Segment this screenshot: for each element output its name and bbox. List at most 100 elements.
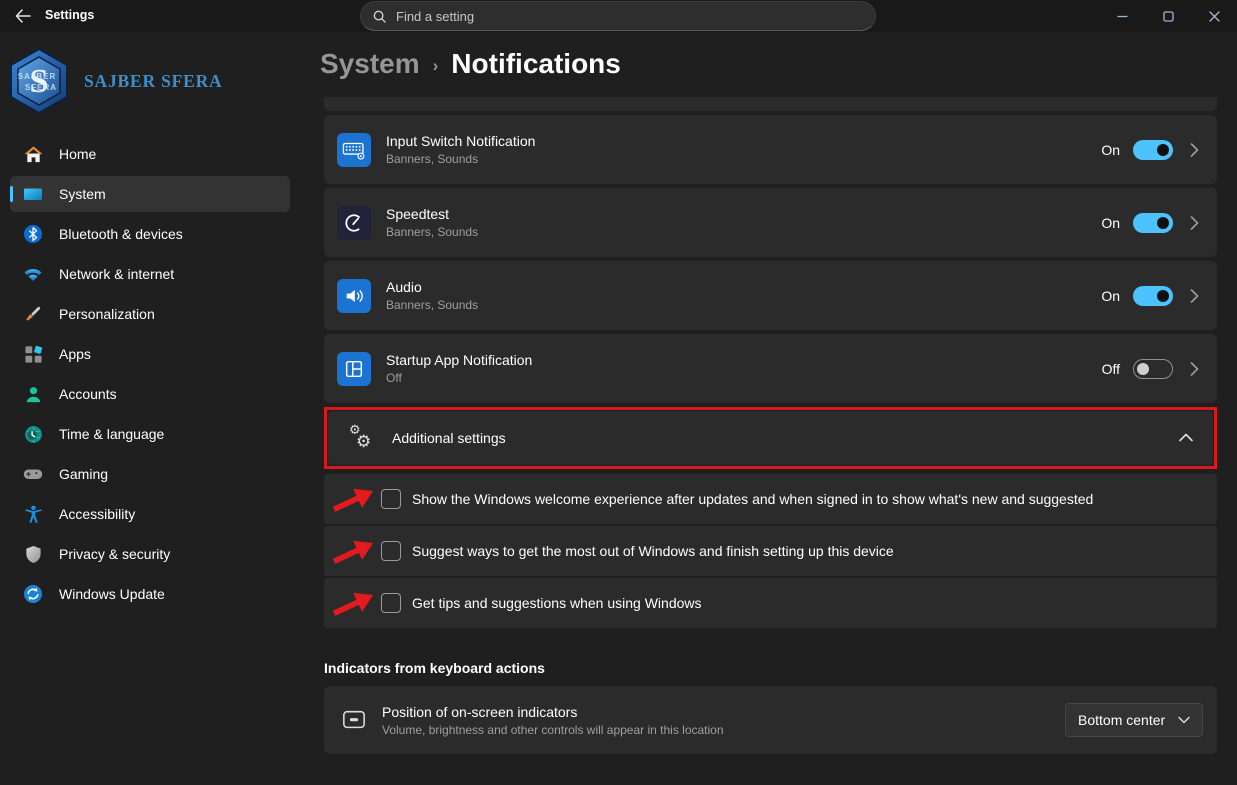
red-arrow-annotation bbox=[330, 590, 378, 618]
sidebar-item-privacy-security[interactable]: Privacy & security bbox=[10, 536, 290, 572]
sidebar-item-accessibility[interactable]: Accessibility bbox=[10, 496, 290, 532]
accounts-icon bbox=[23, 384, 43, 404]
back-arrow-icon bbox=[15, 9, 31, 23]
app-title: Settings bbox=[45, 8, 94, 22]
chevron-right-icon[interactable] bbox=[1190, 143, 1199, 157]
minimize-button[interactable] bbox=[1099, 0, 1145, 32]
sidebar-item-accounts[interactable]: Accounts bbox=[10, 376, 290, 412]
network-icon bbox=[23, 264, 43, 284]
svg-text:S: S bbox=[30, 63, 49, 100]
sidebar-item-label: Accounts bbox=[59, 386, 117, 402]
red-arrow-annotation bbox=[330, 538, 378, 566]
row-subtitle: Banners, Sounds bbox=[386, 298, 1101, 312]
maximize-button[interactable] bbox=[1145, 0, 1191, 32]
brand-logo-icon: S SAJBER SFERA bbox=[6, 46, 72, 116]
time-language-icon bbox=[23, 424, 43, 444]
speaker-icon bbox=[337, 279, 371, 313]
sidebar-item-label: Time & language bbox=[59, 426, 164, 442]
bluetooth-icon bbox=[23, 224, 43, 244]
additional-settings-expander[interactable]: ⚙⚙ Additional settings bbox=[328, 411, 1213, 465]
chevron-right-icon[interactable] bbox=[1190, 216, 1199, 230]
check-row-get-tips: Get tips and suggestions when using Wind… bbox=[324, 578, 1217, 628]
search-box[interactable] bbox=[360, 1, 876, 31]
page-title: Notifications bbox=[451, 48, 621, 80]
sidebar-item-network-internet[interactable]: Network & internet bbox=[10, 256, 290, 292]
row-title: Speedtest bbox=[386, 206, 1101, 222]
row-title: Startup App Notification bbox=[386, 352, 1102, 368]
system-icon bbox=[23, 184, 43, 204]
toggle-state-label: On bbox=[1101, 142, 1120, 158]
sidebar-item-time-language[interactable]: Time & language bbox=[10, 416, 290, 452]
row-speedtest[interactable]: Speedtest Banners, Sounds On bbox=[324, 188, 1217, 257]
breadcrumb-system[interactable]: System bbox=[320, 48, 420, 80]
sidebar-item-label: Home bbox=[59, 146, 96, 162]
sidebar-item-label: Accessibility bbox=[59, 506, 135, 522]
search-input[interactable] bbox=[396, 9, 863, 24]
row-startup-app-notification[interactable]: Startup App Notification Off Off bbox=[324, 334, 1217, 403]
sidebar-item-label: Gaming bbox=[59, 466, 108, 482]
row-title: Audio bbox=[386, 279, 1101, 295]
keyboard-icon bbox=[337, 133, 371, 167]
sidebar-item-label: Apps bbox=[59, 346, 91, 362]
brand-name: SAJBER SFERA bbox=[84, 71, 222, 92]
sidebar-item-home[interactable]: Home bbox=[10, 136, 290, 172]
speedometer-icon bbox=[337, 206, 371, 240]
row-subtitle: Banners, Sounds bbox=[386, 152, 1101, 166]
row-position-indicators: Position of on-screen indicators Volume,… bbox=[324, 686, 1217, 754]
breadcrumb: System › Notifications bbox=[320, 48, 621, 80]
apps-icon bbox=[23, 344, 43, 364]
svg-text:SAJBER: SAJBER bbox=[18, 72, 56, 81]
toggle-state-label: Off bbox=[1102, 361, 1120, 377]
toggle-state-label: On bbox=[1101, 288, 1120, 304]
check-row-suggest-ways: Suggest ways to get the most out of Wind… bbox=[324, 526, 1217, 576]
sidebar-item-personalization[interactable]: Personalization bbox=[10, 296, 290, 332]
welcome-experience-checkbox[interactable] bbox=[381, 489, 401, 509]
input-switch-toggle[interactable] bbox=[1133, 140, 1173, 160]
accessibility-icon bbox=[23, 504, 43, 524]
svg-text:SFERA: SFERA bbox=[25, 83, 57, 92]
titlebar: Settings bbox=[0, 0, 1237, 32]
search-icon bbox=[373, 10, 386, 23]
startup-toggle[interactable] bbox=[1133, 359, 1173, 379]
row-input-switch-notification[interactable]: Input Switch Notification Banners, Sound… bbox=[324, 115, 1217, 184]
chevron-right-icon[interactable] bbox=[1190, 289, 1199, 303]
section-header-keyboard-indicators: Indicators from keyboard actions bbox=[324, 660, 1217, 676]
window-controls bbox=[1099, 0, 1237, 32]
sidebar-item-label: System bbox=[59, 186, 106, 202]
suggest-ways-checkbox[interactable] bbox=[381, 541, 401, 561]
checkbox-label: Show the Windows welcome experience afte… bbox=[412, 491, 1093, 507]
sidebar-item-gaming[interactable]: Gaming bbox=[10, 456, 290, 492]
sidebar-item-system[interactable]: System bbox=[10, 176, 290, 212]
position-dropdown[interactable]: Bottom center bbox=[1065, 703, 1203, 737]
back-button[interactable] bbox=[8, 2, 38, 30]
sidebar-item-windows-update[interactable]: Windows Update bbox=[10, 576, 290, 612]
personalization-icon bbox=[23, 304, 43, 324]
get-tips-checkbox[interactable] bbox=[381, 593, 401, 613]
sidebar-item-apps[interactable]: Apps bbox=[10, 336, 290, 372]
row-subtitle: Volume, brightness and other controls wi… bbox=[382, 723, 1065, 737]
sidebar-item-bluetooth-devices[interactable]: Bluetooth & devices bbox=[10, 216, 290, 252]
expander-label: Additional settings bbox=[392, 430, 1179, 446]
row-subtitle: Off bbox=[386, 371, 1102, 385]
red-annotation-rectangle: ⚙⚙ Additional settings bbox=[324, 407, 1217, 469]
breadcrumb-chevron-icon: › bbox=[433, 52, 439, 76]
privacy-security-icon bbox=[23, 544, 43, 564]
sidebar-item-label: Windows Update bbox=[59, 586, 165, 602]
gears-icon: ⚙⚙ bbox=[348, 421, 378, 455]
audio-toggle[interactable] bbox=[1133, 286, 1173, 306]
chevron-right-icon[interactable] bbox=[1190, 362, 1199, 376]
dropdown-value: Bottom center bbox=[1078, 712, 1165, 728]
row-subtitle: Banners, Sounds bbox=[386, 225, 1101, 239]
chevron-up-icon[interactable] bbox=[1179, 429, 1193, 447]
sidebar: S SAJBER SFERA SAJBER SFERA Home bbox=[0, 32, 300, 785]
close-button[interactable] bbox=[1191, 0, 1237, 32]
sidebar-nav: Home System Bluetooth & devices bbox=[10, 136, 290, 616]
clipped-row bbox=[324, 97, 1217, 111]
on-screen-display-icon bbox=[341, 708, 367, 732]
windows-update-icon bbox=[23, 584, 43, 604]
sidebar-item-label: Network & internet bbox=[59, 266, 174, 282]
speedtest-toggle[interactable] bbox=[1133, 213, 1173, 233]
row-title: Input Switch Notification bbox=[386, 133, 1101, 149]
row-audio[interactable]: Audio Banners, Sounds On bbox=[324, 261, 1217, 330]
red-arrow-annotation bbox=[330, 486, 378, 514]
